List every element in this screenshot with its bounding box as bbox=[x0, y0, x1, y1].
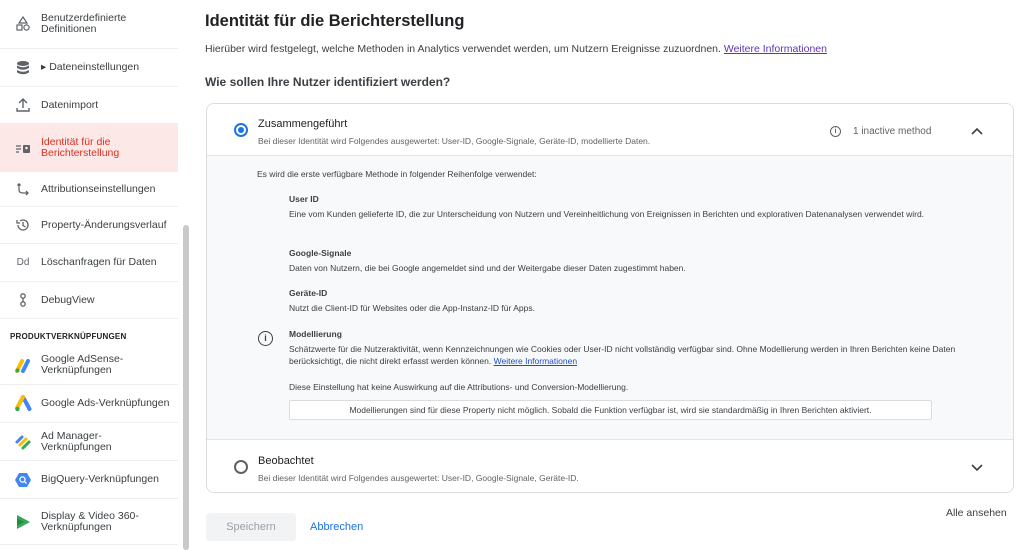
sidebar-item-debugview[interactable]: DebugView bbox=[0, 282, 178, 319]
sidebar-item-adsense-links[interactable]: Google AdSense-Verknüpfungen bbox=[0, 345, 178, 385]
database-icon bbox=[14, 59, 32, 77]
sidebar-item-custom-definitions[interactable]: Benutzerdefinierte Definitionen bbox=[0, 0, 178, 49]
method-desc-device-id: Nutzt die Client-ID für Websites oder di… bbox=[289, 303, 535, 313]
sidebar-item-data-settings[interactable]: ▸ Dateneinstellungen bbox=[0, 49, 178, 87]
modeling-info-icon: i bbox=[258, 331, 273, 346]
option-blended-desc: Bei dieser Identität wird Folgendes ausg… bbox=[258, 136, 651, 146]
option-observed-title: Beobachtet bbox=[258, 455, 314, 467]
sidebar-item-label: Benutzerdefinierte Definitionen bbox=[41, 12, 127, 35]
methods-intro: Es wird die erste verfügbare Methode in … bbox=[257, 169, 537, 179]
modeling-learn-more-link[interactable]: Weitere Informationen bbox=[494, 356, 577, 366]
sidebar-item-label: Google Ads-Verknüpfungen bbox=[41, 397, 170, 409]
method-title-google-signals: Google-Signale bbox=[289, 248, 352, 258]
google-ads-icon bbox=[14, 394, 32, 413]
see-all-link[interactable]: Alle ansehen bbox=[946, 507, 1007, 519]
sidebar-item-attribution-settings[interactable]: Attributionseinstellungen bbox=[0, 172, 178, 207]
method-title-user-id: User ID bbox=[289, 194, 319, 204]
adsense-icon bbox=[14, 356, 32, 374]
cancel-button[interactable]: Abbrechen bbox=[310, 513, 363, 541]
method-desc-google-signals: Daten von Nutzern, die bei Google angeme… bbox=[289, 263, 686, 273]
upload-icon bbox=[14, 96, 32, 114]
method-desc-user-id: Eine vom Kunden gelieferte ID, die zur U… bbox=[289, 209, 925, 219]
inactive-method-count: 1 inactive method bbox=[853, 126, 932, 137]
sidebar-item-label: Ad Manager-Verknüpfungen bbox=[41, 429, 112, 453]
sidebar-item-dv360-links[interactable]: Display & Video 360-Verknüpfungen bbox=[0, 499, 178, 545]
option-observed-desc: Bei dieser Identität wird Folgendes ausg… bbox=[258, 473, 579, 483]
sidebar-item-label: Google AdSense-Verknüpfungen bbox=[41, 352, 124, 376]
sidebar-item-label: ▸ Dateneinstellungen bbox=[41, 61, 140, 73]
ad-manager-icon bbox=[14, 433, 32, 451]
chevron-down-icon[interactable] bbox=[969, 459, 985, 475]
page-title: Identität für die Berichterstellung bbox=[205, 12, 465, 30]
sidebar-item-google-ads-links[interactable]: Google Ads-Verknüpfungen bbox=[0, 385, 178, 423]
shapes-icon bbox=[14, 15, 32, 33]
method-title-device-id: Geräte-ID bbox=[289, 288, 328, 298]
sidebar-item-label: Datenimport bbox=[41, 98, 99, 111]
radio-observed[interactable] bbox=[234, 460, 248, 474]
option-observed-header[interactable]: Beobachtet Bei dieser Identität wird Fol… bbox=[207, 440, 1013, 492]
identity-options-card: Zusammengeführt Bei dieser Identität wir… bbox=[206, 103, 1014, 493]
bigquery-icon bbox=[14, 471, 32, 489]
identity-question: Wie sollen Ihre Nutzer identifiziert wer… bbox=[205, 75, 451, 89]
radio-blended[interactable] bbox=[234, 123, 248, 137]
sidebar-item-label: DebugView bbox=[41, 293, 95, 306]
method-title-modeling: Modellierung bbox=[289, 329, 342, 339]
modeling-desc-text: Schätzwerte für die Nutzeraktivität, wen… bbox=[289, 344, 956, 366]
sidebar-item-label: Löschanfragen für Daten bbox=[41, 256, 157, 268]
sidebar-item-label: BigQuery-Verknüpfungen bbox=[41, 473, 159, 485]
option-blended-details: Es wird die erste verfügbare Methode in … bbox=[207, 156, 1013, 440]
sidebar-item-bigquery-links[interactable]: BigQuery-Verknüpfungen bbox=[0, 461, 178, 499]
modeling-unavailable-box: Modellierungen sind für diese Property n… bbox=[289, 400, 932, 420]
sidebar-item-label: Identität für die Berichterstellung bbox=[41, 135, 120, 159]
option-blended-title: Zusammengeführt bbox=[258, 118, 348, 130]
sidebar-item-label: Property-Änderungsverlauf bbox=[41, 218, 167, 231]
sidebar-item-label: Attributionseinstellungen bbox=[41, 182, 156, 195]
sidebar-item-data-import[interactable]: Datenimport bbox=[0, 87, 178, 124]
sidebar-item-data-deletion[interactable]: Dd Löschanfragen für Daten bbox=[0, 244, 178, 282]
page-subtitle: Hierüber wird festgelegt, welche Methode… bbox=[205, 43, 827, 55]
learn-more-link[interactable]: Weitere Informationen bbox=[724, 43, 827, 55]
reporting-identity-icon bbox=[14, 139, 32, 157]
attribution-note: Diese Einstellung hat keine Auswirkung a… bbox=[289, 382, 629, 392]
chevron-up-icon[interactable] bbox=[969, 124, 985, 140]
sidebar-item-reporting-identity[interactable]: Identität für die Berichterstellung bbox=[0, 124, 178, 172]
history-icon bbox=[14, 216, 32, 234]
sidebar-scrollbar[interactable] bbox=[183, 225, 189, 550]
option-blended-header[interactable]: Zusammengeführt Bei dieser Identität wir… bbox=[207, 104, 1013, 156]
debug-icon bbox=[14, 291, 32, 309]
sidebar-item-ad-manager-links[interactable]: Ad Manager-Verknüpfungen bbox=[0, 423, 178, 461]
dv360-icon bbox=[14, 513, 32, 531]
attribution-icon bbox=[14, 180, 32, 198]
sidebar-item-label: Display & Video 360-Verknüpfungen bbox=[41, 509, 139, 533]
sidebar-item-change-history[interactable]: Property-Änderungsverlauf bbox=[0, 207, 178, 244]
section-product-links: PRODUKTVERKNÜPFUNGEN bbox=[10, 332, 127, 341]
method-desc-modeling: Schätzwerte für die Nutzeraktivität, wen… bbox=[289, 343, 969, 367]
subtitle-text: Hierüber wird festgelegt, welche Methode… bbox=[205, 43, 721, 55]
info-icon: i bbox=[830, 126, 841, 137]
save-button[interactable]: Speichern bbox=[206, 513, 296, 541]
sidebar: Benutzerdefinierte Definitionen ▸ Datene… bbox=[0, 0, 178, 550]
dd-icon: Dd bbox=[16, 257, 30, 268]
